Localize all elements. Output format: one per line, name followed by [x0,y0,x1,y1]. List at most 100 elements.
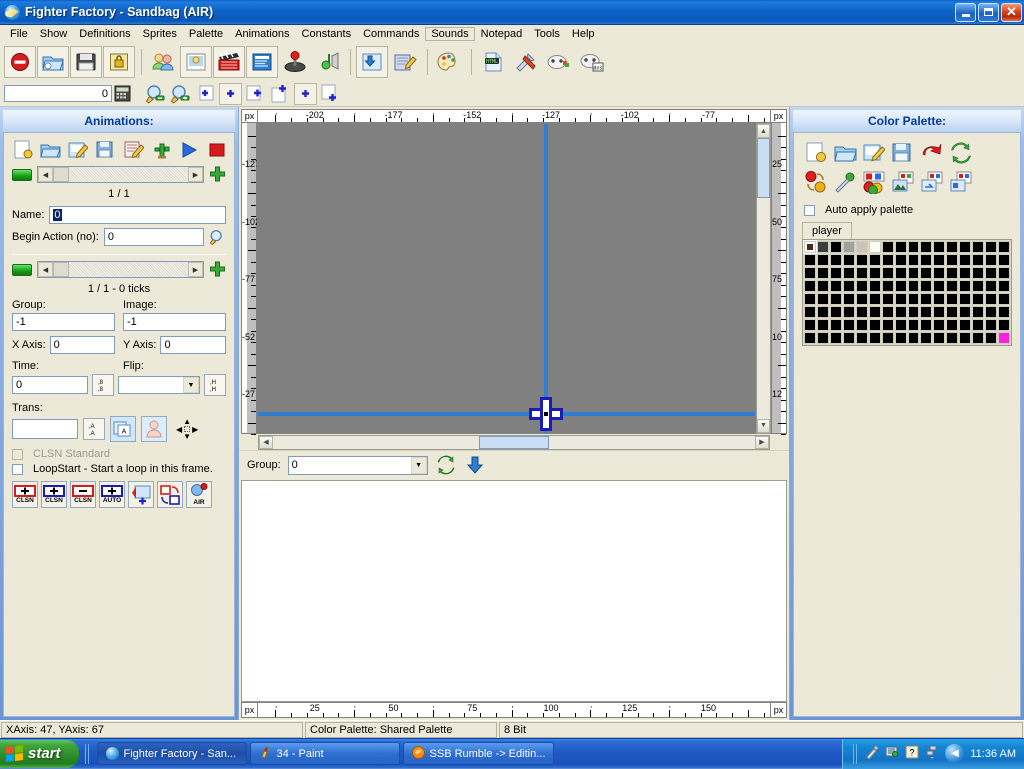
add-item-button-4[interactable] [269,83,292,105]
menu-item-tools[interactable]: Tools [528,27,566,41]
close-character-button[interactable] [4,46,36,78]
palette-cell[interactable] [869,254,881,266]
palette-cell[interactable] [856,332,868,344]
import-export-button[interactable] [356,46,388,78]
menu-item-file[interactable]: File [4,27,34,41]
palette-cell[interactable] [869,267,881,279]
palette-cell[interactable] [804,280,816,292]
chevron-down-icon-group[interactable]: ▼ [411,457,427,474]
animations-button[interactable] [213,46,245,78]
scroll-thumb[interactable] [53,167,69,182]
palette-grid[interactable] [803,240,1011,345]
palette-cell[interactable] [830,267,842,279]
palette-cell[interactable] [998,293,1010,305]
scroll-down-arrow[interactable]: ▼ [757,419,770,433]
palette-cell[interactable] [830,306,842,318]
sprites-button[interactable] [180,46,212,78]
palette-cell[interactable] [856,306,868,318]
refresh-palette-button[interactable] [949,141,973,165]
palette-cell[interactable] [843,241,855,253]
nudge-down-icon[interactable]: ▼ [183,432,191,441]
palette-cell[interactable] [908,254,920,266]
palette-cell[interactable] [985,280,997,292]
palette-cell[interactable] [946,254,958,266]
palette-cell[interactable] [933,293,945,305]
palette-cell[interactable] [972,293,984,305]
palette-cell[interactable] [895,267,907,279]
palette-cell[interactable] [985,241,997,253]
scroll-right-arrow-canvas[interactable]: ▶ [755,436,769,449]
add-item-button-5[interactable] [294,83,317,105]
palette-cell[interactable] [895,241,907,253]
open-palette-button[interactable] [833,141,857,165]
menu-item-show[interactable]: Show [34,27,74,41]
palette-cell[interactable] [817,280,829,292]
palette-cell[interactable] [882,280,894,292]
palette-cell[interactable] [946,319,958,331]
palette-cell[interactable] [830,332,842,344]
horizontal-scroll-track-left[interactable] [273,436,479,449]
palette-cell[interactable] [882,319,894,331]
menu-item-animations[interactable]: Animations [229,27,295,41]
palette-cell[interactable] [817,306,829,318]
nudge-up-icon[interactable]: ▲ [183,417,191,426]
nudge-pad[interactable]: ◀ ▲ ▼ ▶ [176,417,198,441]
palette-cell[interactable] [804,319,816,331]
palette-cell[interactable] [869,280,881,292]
palette-cell[interactable] [985,332,997,344]
sprite-canvas[interactable] [257,123,756,434]
air-button[interactable]: AIR [186,481,212,508]
commands-button[interactable] [279,46,311,78]
palette-cell[interactable] [920,293,932,305]
palette-cell[interactable] [972,306,984,318]
start-button[interactable]: start [0,740,79,768]
add-clsn2-button[interactable]: CLSN [41,481,67,508]
taskbar-item-fighter-factory[interactable]: Fighter Factory - San... [97,742,247,765]
notepad-button[interactable] [389,46,421,78]
palette-cell[interactable] [869,241,881,253]
palette-cell[interactable] [908,267,920,279]
palette-cell[interactable] [882,267,894,279]
tools-button[interactable] [510,46,542,78]
palette-cell[interactable] [804,332,816,344]
horizontal-scroll-track-right[interactable] [549,436,755,449]
chevron-down-icon[interactable]: ▼ [183,377,199,393]
palette-cell[interactable] [920,241,932,253]
nudge-right-icon[interactable]: ▶ [192,425,198,434]
sounds-button[interactable] [312,46,344,78]
palette-cell[interactable] [882,293,894,305]
menu-item-notepad[interactable]: Notepad [475,27,529,41]
palette-cell[interactable] [882,332,894,344]
menu-item-commands[interactable]: Commands [357,27,425,41]
palette-cell[interactable] [856,280,868,292]
palette-cell[interactable] [985,293,997,305]
remove-clsn-button[interactable]: CLSN [70,481,96,508]
edit-palette-button[interactable] [862,141,886,165]
palette-cell[interactable] [946,280,958,292]
palette-cell[interactable] [830,241,842,253]
palette-cell[interactable] [933,254,945,266]
animation-scrollbar[interactable]: ◀ ▶ [37,166,204,183]
menu-item-palette[interactable]: Palette [183,27,229,41]
palette-cell[interactable] [959,267,971,279]
palette-cell[interactable] [895,332,907,344]
palette-cell[interactable] [856,319,868,331]
frame-scroll-left-arrow[interactable]: ◀ [38,262,53,277]
test-character-button[interactable] [543,46,575,78]
palette-cell[interactable] [830,254,842,266]
silhouette-button[interactable] [141,416,167,442]
palette-cell[interactable] [920,254,932,266]
pen-icon[interactable] [865,745,879,762]
constants-button[interactable] [246,46,278,78]
palette-cell[interactable] [908,293,920,305]
auto-clsn-button[interactable]: AUTO [99,481,125,508]
palette-cell[interactable] [882,241,894,253]
palette-cell[interactable] [895,254,907,266]
palette-cell[interactable] [869,332,881,344]
color-set-button[interactable] [862,170,886,194]
minimize-button[interactable] [955,3,976,22]
palette-cell[interactable] [985,254,997,266]
palette-cell[interactable] [959,241,971,253]
save-animation-button[interactable] [95,139,117,161]
palette-cell[interactable] [908,241,920,253]
